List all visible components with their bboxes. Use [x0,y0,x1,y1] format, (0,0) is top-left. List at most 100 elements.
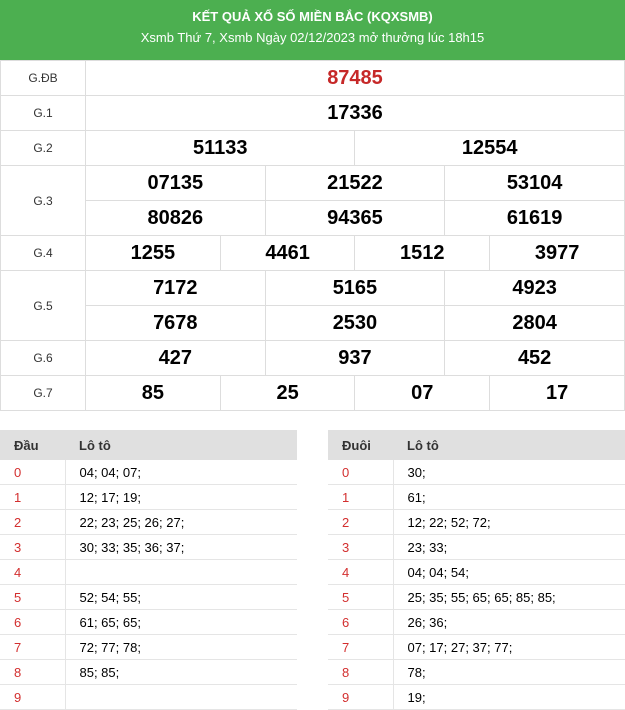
row-key: 9 [328,684,394,710]
table-row: 1 12; 17; 19; [0,484,297,510]
results-table: G.ĐB 87485 G.1 17336 G.2 51133 12554 G.3… [0,60,625,411]
prize-label: G.3 [0,165,86,236]
prize-row-g7: G.7 85 25 07 17 [0,375,625,411]
prize-label: G.2 [0,130,86,166]
prize-number: 25 [219,375,356,411]
prize-row-g5b: 7678 2530 2804 [1,305,625,341]
prize-number: 12554 [354,130,625,166]
row-value: 23; 33; [393,534,625,560]
table-row: 4 [0,559,297,585]
row-key: 8 [328,659,394,685]
row-value: 19; [393,684,625,710]
table-row: 6 26; 36; [328,609,625,635]
column-header-loto: Lô tô [393,430,625,460]
duoi-loto-panel: Đuôi Lô tô 0 30; 1 61; 2 12; 22; 52; 72; 32… [328,430,625,710]
column-header-duoi: Đuôi [328,430,393,460]
row-key: 1 [328,484,394,510]
prize-label: G.ĐB [0,60,86,96]
row-value: 12; 17; 19; [65,484,297,510]
prize-row-db: G.ĐB 87485 [0,60,625,96]
row-key: 5 [328,584,394,610]
prize-row-g3b: 80826 94365 61619 [1,200,625,236]
row-value: 72; 77; 78; [65,634,297,660]
table-row: 3 30; 33; 35; 36; 37; [0,534,297,560]
row-value [65,684,297,710]
prize-number: 7172 [85,270,266,306]
prize-number: 937 [264,340,446,376]
column-header-dau: Đầu [0,430,65,460]
row-key: 7 [328,634,394,660]
row-key: 4 [328,559,394,585]
prize-row-g4: G.4 1255 4461 1512 3977 [0,235,625,271]
row-key: 5 [0,584,66,610]
table-row: 2 12; 22; 52; 72; [328,509,625,535]
prize-row-g5: G.5 7172 5165 4923 [0,270,625,341]
prize-number: 51133 [84,130,356,166]
prize-number: 61619 [444,200,625,236]
prize-number: 2804 [444,305,625,341]
prize-number: 4923 [444,270,625,306]
prize-row-g2: G.2 51133 12554 [0,130,625,166]
table-row: 3 23; 33; [328,534,625,560]
row-key: 2 [328,509,394,535]
row-key: 4 [0,559,66,585]
prize-label: G.6 [0,340,86,376]
row-value: 04; 04; 07; [65,460,297,485]
prize-number: 17 [489,375,625,411]
prize-number: 452 [444,340,625,376]
prize-label: G.1 [0,95,86,131]
prize-number: 87485 [85,60,625,96]
table-row: 8 85; 85; [0,659,297,685]
row-key: 0 [0,460,66,485]
table-row: 1 61; [328,484,625,510]
prize-number: 07 [354,375,491,411]
prize-number: 94365 [264,200,446,236]
dau-loto-table: Đầu Lô tô 0 04; 04; 07; 1 12; 17; 19; 2 22;… [0,430,297,710]
prize-number: 1512 [354,235,491,271]
prize-number: 2530 [264,305,446,341]
row-key: 3 [0,534,66,560]
prize-number: 7678 [85,305,266,341]
prize-number: 1255 [85,235,221,271]
row-value: 26; 36; [393,609,625,635]
prize-number: 427 [85,340,266,376]
row-value [65,559,297,585]
column-header-loto: Lô tô [65,430,297,460]
row-value: 30; 33; 35; 36; 37; [65,534,297,560]
duoi-loto-table: Đuôi Lô tô 0 30; 1 61; 2 12; 22; 52; 72; 32… [328,430,625,710]
results-header: KẾT QUẢ XỔ SỐ MIỀN BẮC (KQXSMB) Xsmb Thứ… [0,0,625,60]
prize-number: 4461 [219,235,356,271]
row-value: 78; [393,659,625,685]
row-key: 6 [0,609,66,635]
prize-label: G.5 [0,270,86,341]
table-row: 9 [0,684,297,710]
row-key: 9 [0,684,66,710]
prize-number: 17336 [85,95,625,131]
prize-number: 07135 [85,165,266,201]
table-header-row: Đuôi Lô tô [328,430,625,460]
prize-row-g6: G.6 427 937 452 [0,340,625,376]
prize-number: 53104 [444,165,625,201]
table-row: 7 07; 17; 27; 37; 77; [328,634,625,660]
row-value: 25; 35; 55; 65; 65; 85; 85; [393,584,625,610]
row-value: 61; 65; 65; [65,609,297,635]
row-key: 3 [328,534,394,560]
prize-label: G.4 [0,235,86,271]
row-value: 22; 23; 25; 26; 27; [65,509,297,535]
row-value: 85; 85; [65,659,297,685]
table-row: 8 78; [328,659,625,685]
dau-loto-panel: Đầu Lô tô 0 04; 04; 07; 1 12; 17; 19; 2 22;… [0,430,297,710]
prize-number: 80826 [85,200,266,236]
table-row: 2 22; 23; 25; 26; 27; [0,509,297,535]
row-key: 6 [328,609,394,635]
row-value: 61; [393,484,625,510]
prize-number: 3977 [489,235,625,271]
table-row: 4 04; 04; 54; [328,559,625,585]
prize-row-g3: G.3 07135 21522 53104 [0,165,625,236]
table-row: 7 72; 77; 78; [0,634,297,660]
page-title: KẾT QUẢ XỔ SỐ MIỀN BẮC (KQXSMB) [192,9,433,24]
page-subtitle: Xsmb Thứ 7, Xsmb Ngày 02/12/2023 mở thưở… [140,30,485,45]
prize-label: G.7 [0,375,86,411]
row-value: 30; [393,460,625,485]
prize-number: 85 [85,375,221,411]
